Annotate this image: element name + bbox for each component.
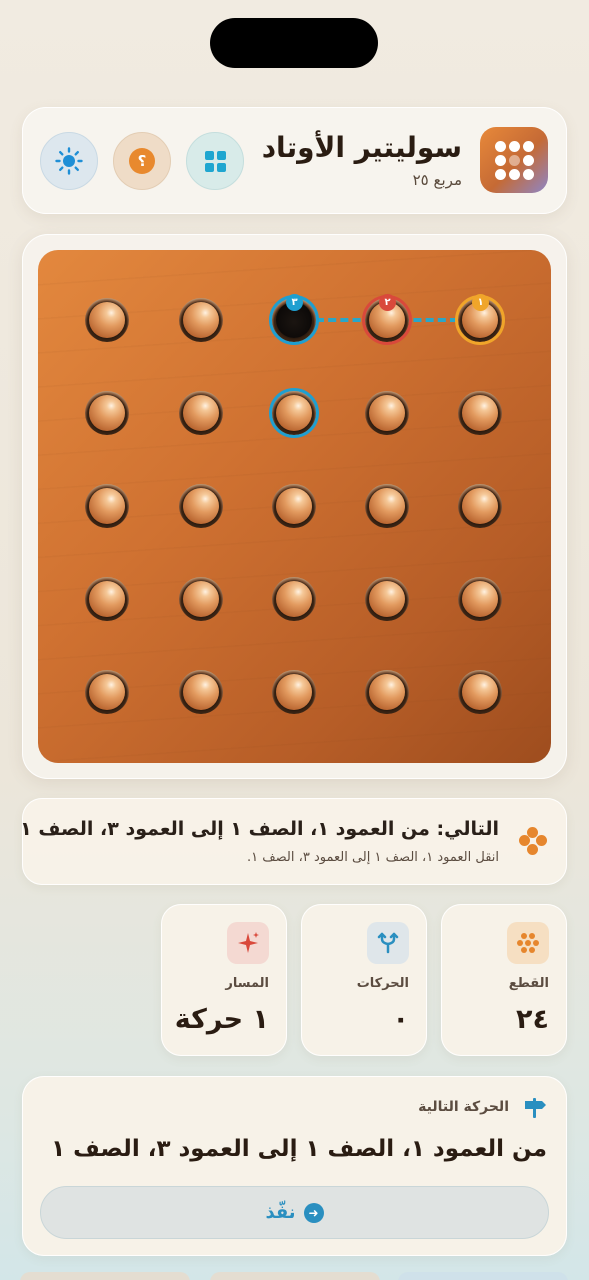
next-move-text: من العمود ١، الصف ١ إلى العمود ٣، الصف ١ xyxy=(51,1136,547,1162)
arrow-right-icon: ➜ xyxy=(303,1202,324,1223)
hint-subtitle: انقل العمود ١، الصف ١ إلى العمود ٣، الصف… xyxy=(246,850,499,865)
peg[interactable] xyxy=(85,484,129,528)
stat-label: القطع xyxy=(508,976,549,991)
peg[interactable] xyxy=(179,484,223,528)
sun-icon xyxy=(55,147,83,175)
stat-moves: الحركات ٠ xyxy=(301,904,427,1056)
peg[interactable] xyxy=(85,577,129,621)
peg[interactable] xyxy=(272,670,316,714)
peg[interactable] xyxy=(458,484,502,528)
help-icon: ؟ xyxy=(129,148,155,174)
peg[interactable] xyxy=(365,391,409,435)
stat-pieces: القطع ٢٤ xyxy=(441,904,567,1056)
stat-value: ٢٤ xyxy=(516,1004,549,1035)
peg[interactable] xyxy=(458,670,502,714)
peg[interactable] xyxy=(179,670,223,714)
stat-label: المسار xyxy=(225,976,269,991)
stat-value: ١ حركة xyxy=(174,1004,269,1035)
board-frame: ٣ ٢ ١ xyxy=(22,234,567,779)
peg[interactable] xyxy=(179,391,223,435)
help-button[interactable]: ؟ xyxy=(113,132,171,190)
device-notch xyxy=(210,18,378,68)
sparkle-icon xyxy=(227,922,269,964)
hint-dots-icon xyxy=(519,827,547,855)
execute-label: نفّذ xyxy=(265,1202,296,1223)
execute-button[interactable]: ➜ نفّذ xyxy=(40,1186,549,1239)
grid-icon xyxy=(204,150,226,172)
peg[interactable] xyxy=(458,577,502,621)
bottom-tab-hints xyxy=(0,1272,589,1280)
stat-value: ٠ xyxy=(392,1004,409,1035)
next-move-card: الحركة التالية من العمود ١، الصف ١ إلى ا… xyxy=(22,1076,567,1256)
path-step-badge: ٢ xyxy=(379,294,396,311)
theme-toggle-button[interactable] xyxy=(40,132,98,190)
peg[interactable] xyxy=(85,670,129,714)
stat-label: الحركات xyxy=(356,976,409,991)
peg[interactable] xyxy=(272,484,316,528)
hint-card: التالي: من العمود ١، الصف ١ إلى العمود ٣… xyxy=(20,798,567,885)
peg[interactable] xyxy=(365,670,409,714)
peg[interactable] xyxy=(179,298,223,342)
branch-icon xyxy=(367,922,409,964)
peg[interactable] xyxy=(85,298,129,342)
peg[interactable] xyxy=(365,484,409,528)
app-icon xyxy=(480,127,548,193)
next-move-label: الحركة التالية xyxy=(418,1099,509,1115)
peg[interactable] xyxy=(85,391,129,435)
page-title: سوليتير الأوتاد xyxy=(261,131,462,164)
selected-ring xyxy=(269,388,319,438)
stat-path: المسار ١ حركة xyxy=(161,904,287,1056)
signpost-icon xyxy=(525,1098,546,1118)
game-board: ٣ ٢ ١ xyxy=(38,250,551,763)
path-step-badge: ١ xyxy=(472,294,489,311)
hint-title: التالي: من العمود ١، الصف ١ إلى العمود ٣… xyxy=(20,818,499,840)
dots-icon xyxy=(507,922,549,964)
path-step-badge: ٣ xyxy=(286,294,303,311)
peg[interactable] xyxy=(272,577,316,621)
peg[interactable] xyxy=(365,577,409,621)
board-select-button[interactable] xyxy=(186,132,244,190)
peg[interactable] xyxy=(179,577,223,621)
board-variant: مربع ٢٥ xyxy=(412,171,462,189)
header-card: سوليتير الأوتاد مربع ٢٥ ؟ xyxy=(22,107,567,214)
peg[interactable] xyxy=(458,391,502,435)
